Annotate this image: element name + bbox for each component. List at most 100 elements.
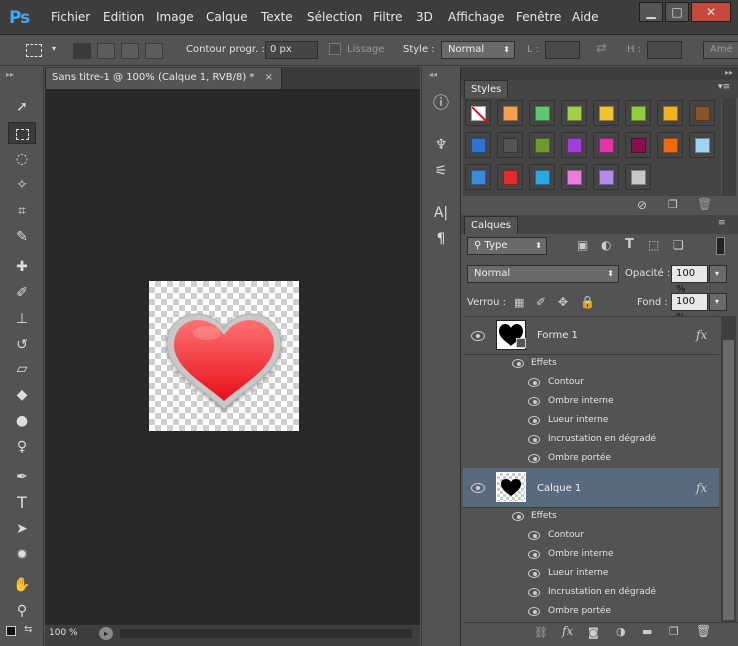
effect-eye-icon[interactable] [528, 378, 540, 387]
hand-tool-icon[interactable]: ✋ [8, 574, 36, 596]
document-tab[interactable]: Sans titre-1 @ 100% (Calque 1, RVB/8) * × [46, 68, 282, 89]
style-swatch[interactable] [529, 100, 555, 126]
fill-input[interactable]: 100 % [671, 293, 708, 323]
lock-pixels-icon[interactable]: ✐ [536, 295, 546, 309]
style-swatch[interactable] [529, 164, 555, 190]
swap-icon[interactable]: ⇄ [596, 41, 607, 56]
clear-style-icon[interactable]: ⊘ [637, 198, 647, 212]
filter-type-icon[interactable]: T [625, 237, 634, 252]
effect-eye-icon[interactable] [528, 454, 540, 463]
lissage-checkbox[interactable] [329, 43, 341, 55]
panels-collapse-icon[interactable]: ▸▸ [725, 68, 733, 77]
lock-position-icon[interactable]: ✥ [558, 295, 568, 309]
paragraph-icon[interactable]: ¶ [428, 228, 454, 250]
adjustments-icon[interactable]: ⚟ [428, 160, 454, 182]
style-swatch[interactable] [657, 132, 683, 158]
styles-menu-icon[interactable]: ▾≡ [718, 82, 730, 92]
magic-wand-icon[interactable]: ✧ [8, 174, 36, 196]
style-swatch[interactable] [689, 132, 715, 158]
shape-tool-icon[interactable]: ✹ [8, 544, 36, 566]
menu-texte[interactable]: Texte [261, 10, 293, 24]
opacity-dropdown-icon[interactable]: ▾ [709, 265, 727, 283]
collapse-icon[interactable]: ▸▸ [6, 70, 14, 79]
swap-colors-icon[interactable]: ⇆ [24, 624, 32, 635]
layer-name-calque-1[interactable]: Calque 1 [537, 483, 581, 494]
style-swatch[interactable] [465, 132, 491, 158]
new-layer-icon[interactable]: ❐ [669, 625, 679, 638]
move-tool-icon[interactable]: ➚ [8, 96, 36, 118]
effect-lueur-interne[interactable]: Lueur interne [548, 568, 608, 578]
style-swatch[interactable] [497, 100, 523, 126]
menu-image[interactable]: Image [156, 10, 194, 24]
effect-ombre-interne[interactable]: Ombre interne [548, 396, 614, 406]
lock-all-icon[interactable]: 🔒 [580, 295, 595, 309]
effect-eye-icon[interactable] [528, 607, 540, 616]
effect-eye-icon[interactable] [528, 550, 540, 559]
link-layers-icon[interactable]: ⛓ [534, 626, 548, 639]
info-icon[interactable]: ⓘ [428, 92, 454, 114]
new-selection-icon[interactable] [73, 43, 91, 59]
new-style-icon[interactable]: ❐ [668, 198, 678, 211]
lock-transparency-icon[interactable]: ▦ [514, 296, 524, 309]
eraser-tool-icon[interactable]: ▱ [8, 358, 36, 380]
effect-lueur-interne[interactable]: Lueur interne [548, 415, 608, 425]
filter-smart-icon[interactable]: ❏ [673, 238, 684, 252]
pen-tool-icon[interactable]: ✒ [8, 466, 36, 488]
path-selection-icon[interactable]: ➤ [8, 518, 36, 540]
style-swatch[interactable] [529, 132, 555, 158]
effects-eye-icon[interactable] [512, 359, 524, 368]
width-input[interactable] [545, 41, 580, 59]
layer-filter-select[interactable]: ⚲ Type ⬍ [467, 237, 547, 255]
intersect-selection-icon[interactable] [145, 43, 163, 59]
new-adjustment-icon[interactable]: ◑ [616, 625, 626, 638]
menu-filtre[interactable]: Filtre [373, 10, 402, 24]
effect-eye-icon[interactable] [528, 397, 540, 406]
style-swatch[interactable] [593, 164, 619, 190]
add-mask-icon[interactable]: ◙ [588, 626, 599, 639]
foreground-color-icon[interactable] [6, 626, 16, 636]
ameliorer-button[interactable]: Amé [703, 41, 738, 59]
delete-layer-icon[interactable]: 🗑 [696, 624, 711, 638]
brush-tool-icon[interactable]: ✐ [8, 282, 36, 304]
style-swatch[interactable] [657, 100, 683, 126]
layers-scroll-thumb[interactable] [723, 340, 734, 620]
menu-affichage[interactable]: Affichage [448, 10, 504, 24]
tab-calques[interactable]: Calques [464, 216, 518, 234]
blur-tool-icon[interactable]: ● [8, 410, 36, 432]
paint-bucket-icon[interactable]: ◆ [8, 384, 36, 406]
contour-input[interactable]: 0 px [265, 41, 318, 59]
style-swatch-none[interactable] [465, 100, 491, 126]
effect-eye-icon[interactable] [528, 531, 540, 540]
delete-style-icon[interactable]: 🗑 [697, 197, 712, 211]
type-tool-icon[interactable]: T [8, 492, 36, 514]
blend-mode-select[interactable]: Normal ⬍ [467, 265, 619, 283]
style-swatch[interactable] [465, 164, 491, 190]
style-select[interactable]: Normal ⬍ [441, 41, 515, 59]
style-swatch[interactable] [497, 132, 523, 158]
effect-incrustation-degrade[interactable]: Incrustation en dégradé [548, 587, 656, 597]
strip-collapse-icon[interactable]: ◂◂ [429, 70, 437, 79]
effect-eye-icon[interactable] [528, 569, 540, 578]
filter-shape-icon[interactable]: ⬚ [648, 238, 659, 252]
height-input[interactable] [647, 41, 682, 59]
effect-eye-icon[interactable] [528, 416, 540, 425]
layers-menu-icon[interactable]: ≡ [718, 218, 726, 228]
style-swatch[interactable] [593, 132, 619, 158]
lasso-tool-icon[interactable]: ◌ [8, 148, 36, 170]
effect-ombre-portee[interactable]: Ombre portée [548, 606, 611, 616]
menu-calque[interactable]: Calque [206, 10, 248, 24]
status-info-icon[interactable]: ▸ [99, 627, 113, 640]
visibility-eye-icon[interactable] [471, 483, 485, 493]
new-group-icon[interactable]: ▬ [642, 625, 652, 638]
zoom-tool-icon[interactable]: ⚲ [8, 600, 36, 622]
menu-fenetre[interactable]: Fenêtre [516, 10, 561, 24]
zoom-readout[interactable]: 100 % [49, 628, 78, 638]
subtract-selection-icon[interactable] [121, 43, 139, 59]
effect-incrustation-degrade[interactable]: Incrustation en dégradé [548, 434, 656, 444]
menu-edition[interactable]: Edition [103, 10, 145, 24]
style-swatch[interactable] [497, 164, 523, 190]
visibility-eye-icon[interactable] [471, 331, 485, 341]
close-icon[interactable]: ✕ [691, 2, 731, 22]
marquee-tool-icon[interactable] [8, 122, 36, 144]
tab-styles[interactable]: Styles [464, 80, 509, 98]
